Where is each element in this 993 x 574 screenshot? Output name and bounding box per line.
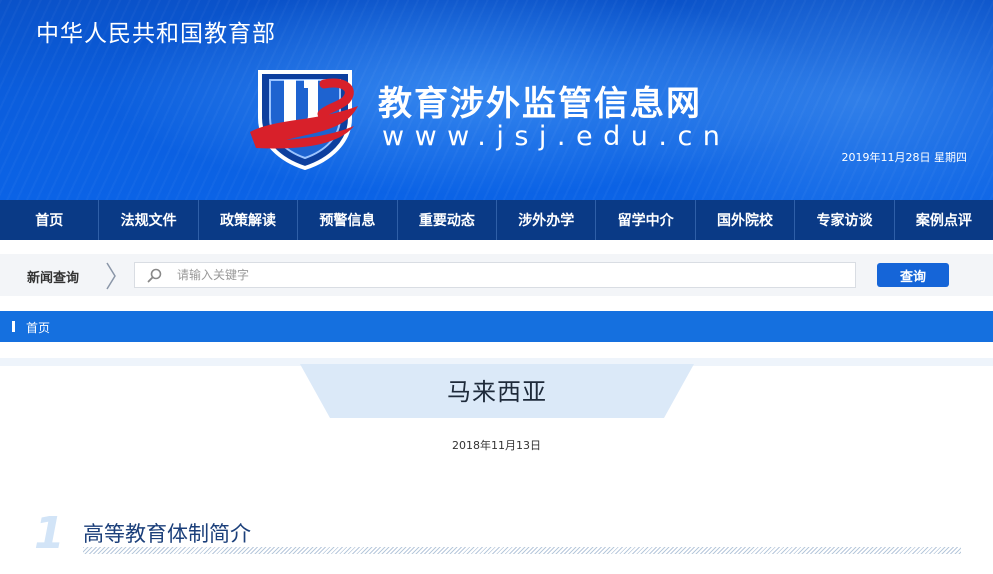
search-box bbox=[134, 262, 856, 288]
nav-item-study-abroad-agency[interactable]: 留学中介 bbox=[596, 200, 696, 240]
main-nav: 首页 法规文件 政策解读 预警信息 重要动态 涉外办学 留学中介 国外院校 专家… bbox=[0, 200, 993, 240]
breadcrumb-home-link[interactable]: 首页 bbox=[26, 319, 50, 336]
nav-item-expert-interviews[interactable]: 专家访谈 bbox=[795, 200, 895, 240]
ministry-name[interactable]: 中华人民共和国教育部 bbox=[36, 14, 276, 48]
chevron-right-icon bbox=[106, 262, 116, 290]
publish-date: 2018年11月13日 bbox=[452, 439, 541, 452]
page-title: 马来西亚 bbox=[447, 378, 547, 406]
nav-item-foreign-education[interactable]: 涉外办学 bbox=[497, 200, 597, 240]
nav-item-home[interactable]: 首页 bbox=[0, 200, 100, 240]
nav-item-policy-interpretation[interactable]: 政策解读 bbox=[199, 200, 299, 240]
nav-item-warnings[interactable]: 预警信息 bbox=[298, 200, 398, 240]
jsj-shield-logo-icon[interactable] bbox=[246, 66, 364, 170]
site-url[interactable]: www.jsj.edu.cn bbox=[382, 121, 730, 152]
nav-item-regulations[interactable]: 法规文件 bbox=[99, 200, 199, 240]
search-button[interactable]: 查询 bbox=[877, 263, 949, 287]
news-search-bar: 新闻查询 查询 bbox=[0, 254, 993, 296]
site-name[interactable]: 教育涉外监管信息网 bbox=[378, 76, 702, 125]
breadcrumb: 首页 bbox=[0, 311, 993, 342]
section-title: 高等教育体制简介 bbox=[83, 522, 251, 546]
nav-item-foreign-institutions[interactable]: 国外院校 bbox=[696, 200, 796, 240]
site-header: 中华人民共和国教育部 教育涉外监管信息网 www.jsj.edu.cn 2019… bbox=[0, 0, 993, 200]
section-divider bbox=[83, 547, 961, 554]
nav-item-case-reviews[interactable]: 案例点评 bbox=[895, 200, 993, 240]
section-number: 1 bbox=[34, 508, 65, 559]
breadcrumb-marker bbox=[12, 321, 15, 332]
current-date: 2019年11月28日 星期四 bbox=[841, 151, 968, 164]
search-icon bbox=[147, 268, 162, 283]
nav-item-news[interactable]: 重要动态 bbox=[398, 200, 498, 240]
search-label: 新闻查询 bbox=[27, 271, 80, 286]
search-input[interactable] bbox=[177, 263, 847, 287]
